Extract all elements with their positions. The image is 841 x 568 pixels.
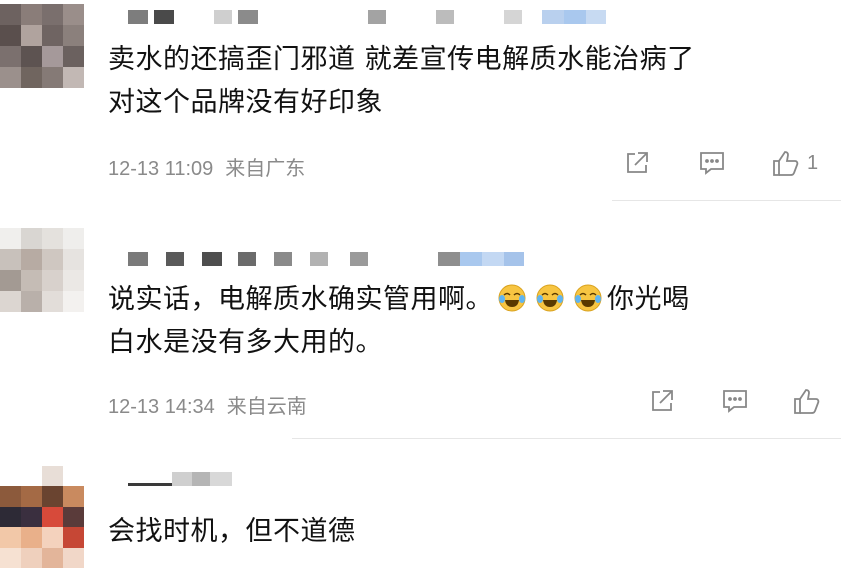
username-blurred[interactable] [128,10,606,24]
like-button[interactable]: 1 [771,148,818,178]
comment-text: 卖水的还搞歪门邪道 就差宣传电解质水能治病了 对这个品牌没有好印象 [108,38,823,124]
comment-text-line: 白水是没有多大用的。 [108,327,383,358]
avatar[interactable] [0,4,84,88]
comment-text-line: 说实话，电解质水确实管用啊。 你光喝 [108,278,823,321]
comment-text: 说实话，电解质水确实管用啊。 你光喝 白水是没有多大用的。 [108,278,823,364]
comment-item: 会找时机，但不道德 [0,440,841,568]
laughing-crying-emoji [497,283,527,313]
comment-text-line: 卖水的还搞歪门邪道 就差宣传电解质水能治病了 [108,44,695,75]
share-button[interactable] [647,386,677,416]
comment-button[interactable] [697,148,727,178]
comment-meta: 12-13 11:09 来自广东 [108,152,305,181]
comment-location: 来自云南 [226,396,307,418]
comment-button[interactable] [720,386,750,416]
comment-item: 卖水的还搞歪门邪道 就差宣传电解质水能治病了 对这个品牌没有好印象 12-13 … [0,0,841,201]
thumbs-up-icon [773,151,799,176]
comment-time: 12-13 11:09 [108,158,214,180]
comment-meta: 12-13 14:34 来自云南 [108,390,307,419]
comment-icon [700,152,724,175]
avatar[interactable] [0,228,84,312]
username-blurred[interactable] [128,252,524,266]
comment-text-line: 会找时机，但不道德 [108,516,356,547]
laughing-crying-emoji [573,283,603,313]
comment-text-segment: 说实话，电解质水确实管用啊。 [108,284,493,315]
laughing-crying-emoji [535,283,565,313]
comment-text-segment: 你光喝 [607,284,690,315]
share-icon [652,390,673,411]
share-icon [627,152,648,173]
comment-text: 会找时机，但不道德 [108,510,823,553]
comment-text-line: 对这个品牌没有好印象 [108,87,383,118]
divider [292,438,841,439]
username-blurred[interactable] [128,472,232,486]
comment-item: 说实话，电解质水确实管用啊。 你光喝 白水是没有多大用的。 12-13 14:3… [0,200,841,440]
like-button[interactable] [792,386,822,416]
comment-location: 来自广东 [225,158,306,180]
share-button[interactable] [622,148,652,178]
comment-time: 12-13 14:34 [108,396,215,418]
thumbs-up-icon [794,389,820,414]
comment-icon [723,390,747,413]
like-count: 1 [807,151,819,174]
avatar[interactable] [0,466,84,568]
